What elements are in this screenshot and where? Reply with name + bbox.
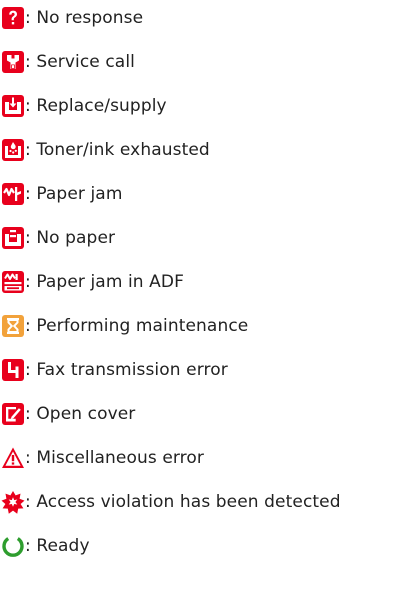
warning-triangle-icon bbox=[1, 446, 25, 470]
legend-label-replace-supply: : Replace/supply bbox=[25, 96, 167, 116]
legend-label-maintenance: : Performing maintenance bbox=[25, 316, 249, 336]
burst-icon bbox=[1, 490, 25, 514]
legend-label-service-call: : Service call bbox=[25, 52, 135, 72]
legend-label-no-response: : No response bbox=[25, 8, 144, 28]
no-paper-icon bbox=[1, 226, 25, 250]
status-icon-legend: : No response : Service call : Replace/s… bbox=[0, 0, 409, 596]
legend-label-access-violation: : Access violation has been detected bbox=[25, 492, 341, 512]
legend-label-ready: : Ready bbox=[25, 536, 90, 556]
adf-jam-icon bbox=[1, 270, 25, 294]
legend-label-adf-jam: : Paper jam in ADF bbox=[25, 272, 184, 292]
legend-label-misc-error: : Miscellaneous error bbox=[25, 448, 204, 468]
legend-label-toner-exhausted: : Toner/ink exhausted bbox=[25, 140, 210, 160]
open-cover-icon bbox=[1, 402, 25, 426]
legend-label-paper-jam: : Paper jam bbox=[25, 184, 123, 204]
fax-error-icon bbox=[1, 358, 25, 382]
paper-jam-icon bbox=[1, 182, 25, 206]
question-mark-icon bbox=[1, 6, 25, 30]
hourglass-icon bbox=[1, 314, 25, 338]
replace-supply-icon bbox=[1, 94, 25, 118]
legend-label-open-cover: : Open cover bbox=[25, 404, 136, 424]
legend-label-fax-error: : Fax transmission error bbox=[25, 360, 228, 380]
power-ready-icon bbox=[1, 534, 25, 558]
legend-label-no-paper: : No paper bbox=[25, 228, 116, 248]
toner-exhausted-icon bbox=[1, 138, 25, 162]
wrench-icon bbox=[1, 50, 25, 74]
